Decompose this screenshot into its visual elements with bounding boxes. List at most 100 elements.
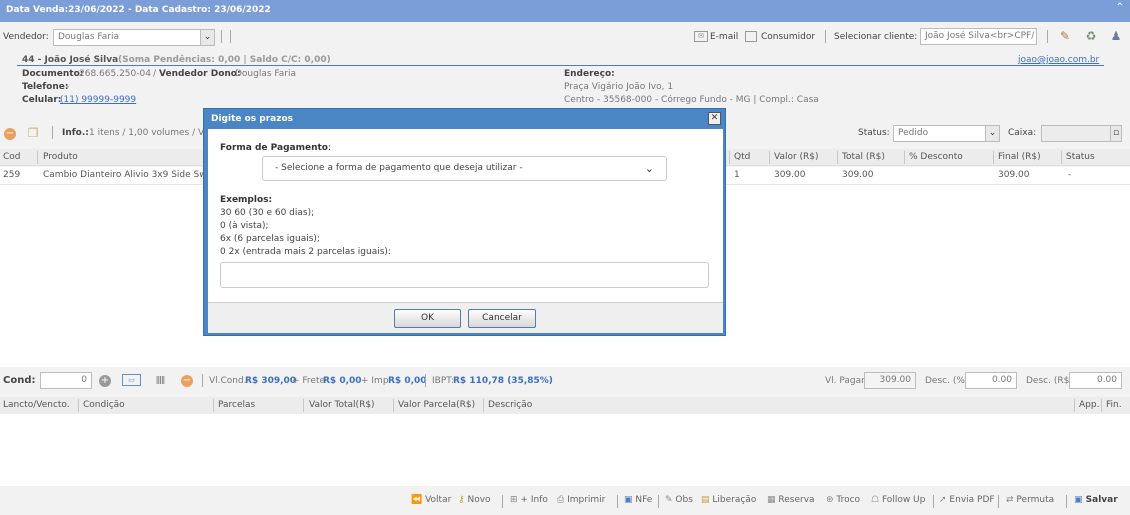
- col-divider: [993, 151, 994, 164]
- reserve-button[interactable]: ▦ Reserva: [767, 495, 815, 505]
- address-line1: Praça Vigário João Ivo, 1: [564, 82, 674, 92]
- ok-button[interactable]: OK: [394, 309, 461, 328]
- barcode-icon[interactable]: |||||: [151, 374, 169, 386]
- cell-cod: 259: [3, 170, 21, 180]
- divider: [502, 495, 503, 508]
- status-label: Status:: [858, 128, 890, 138]
- nfe-label: NFe: [635, 495, 653, 505]
- obs-label: Obs: [675, 495, 693, 505]
- vlcond-label: Vl.Cond.: [209, 376, 247, 386]
- desc-rs-value: 0.00: [1096, 375, 1117, 385]
- chevron-down-icon: ⌄: [200, 30, 214, 45]
- payment-method-select[interactable]: - Selecione a forma de pagamento que des…: [262, 156, 667, 181]
- col-app: App.: [1079, 400, 1100, 410]
- nfe-button[interactable]: ▣ NFe: [624, 495, 652, 505]
- col-divider: [303, 399, 304, 412]
- select-client-input[interactable]: João José Silva<br>CPF/: [920, 28, 1037, 45]
- collapse-icon[interactable]: ⌃: [1116, 2, 1124, 13]
- terms-input[interactable]: [220, 262, 709, 288]
- cashier-field[interactable]: ▫: [1041, 125, 1122, 142]
- frete-label: + Frete: [292, 376, 326, 386]
- consumer-button[interactable]: Consumidor: [761, 32, 815, 42]
- payments-grid-body: [0, 414, 1130, 486]
- stack-icon[interactable]: ❐: [25, 126, 41, 140]
- cashier-label: Caixa:: [1008, 128, 1037, 138]
- consumer-icon[interactable]: [745, 31, 757, 42]
- cond-input-value: 0: [81, 375, 87, 385]
- example-2: 0 (à vista);: [220, 221, 269, 231]
- seller-select[interactable]: Douglas Faria ⌄: [53, 29, 215, 46]
- info-label: Info.:: [62, 128, 89, 138]
- more-info-button[interactable]: ⊞ + Info: [510, 495, 548, 505]
- divider: [1047, 30, 1048, 43]
- new-button[interactable]: ⚷ Novo: [458, 495, 491, 505]
- status-select[interactable]: Pedido ⌄: [893, 125, 1000, 142]
- payments-grid-header: Lancto/Vencto. Condição Parcelas Valor T…: [0, 397, 1130, 414]
- cell-status: -: [1068, 170, 1072, 180]
- example-4: 0 2x (entrada mais 2 parcelas iguais):: [220, 247, 391, 257]
- release-button[interactable]: ▤ Liberação: [701, 495, 756, 505]
- chevron-down-icon: ⌄: [985, 126, 999, 141]
- divider: [230, 30, 231, 43]
- customer-summary: (Soma Pendências: 0,00 | Saldo C/C: 0,00…: [118, 55, 331, 65]
- cancel-button[interactable]: Cancelar: [468, 309, 536, 328]
- sale-header-bar: Data Venda:23/06/2022 - Data Cadastro: 2…: [0, 0, 1130, 22]
- select-client-value: João José Silva<br>CPF/: [925, 31, 1035, 41]
- dialog-button-bar: OK Cancelar: [208, 302, 723, 333]
- desc-pct-input[interactable]: 0.00: [965, 372, 1017, 389]
- coins-icon: ⊛: [826, 495, 834, 505]
- select-client-label: Selecionar cliente:: [834, 32, 918, 42]
- vlcond-value: R$ 309,00: [245, 376, 297, 386]
- client-edit-icon[interactable]: ✎: [1057, 29, 1073, 44]
- email-button[interactable]: E-mail: [710, 32, 738, 42]
- desc-pct-value: 0.00: [991, 375, 1012, 385]
- cond-label: Cond:: [3, 375, 36, 386]
- new-label: Novo: [467, 495, 491, 505]
- print-button[interactable]: ⎙ Imprimir: [557, 495, 605, 505]
- exchange-button[interactable]: ⇄ Permuta: [1006, 495, 1054, 505]
- remove-item-icon[interactable]: −: [4, 128, 16, 140]
- client-money-icon[interactable]: ♻: [1083, 29, 1099, 44]
- divider: [617, 495, 618, 508]
- exchange-icon: ⇄: [1006, 495, 1014, 505]
- close-icon[interactable]: ✕: [708, 112, 721, 125]
- change-label: Troco: [836, 495, 861, 505]
- col-divider: [37, 151, 38, 164]
- follow-up-button[interactable]: ☖ Follow Up: [871, 495, 925, 505]
- key-icon: ⚷: [458, 495, 465, 505]
- client-user-icon[interactable]: ♟: [1108, 29, 1124, 44]
- back-button[interactable]: ⏪ Voltar: [411, 495, 451, 505]
- pencil-icon: ✎: [665, 495, 673, 505]
- example-1: 30 60 (30 e 60 dias);: [220, 208, 315, 218]
- email-icon[interactable]: ✉: [694, 31, 708, 42]
- customer-email-link[interactable]: joao@joao.com.br: [1018, 55, 1099, 65]
- phone-value: -: [66, 82, 70, 92]
- desc-rs-input[interactable]: 0.00: [1069, 372, 1122, 389]
- col-cod: Cod: [3, 152, 21, 162]
- mobile-link[interactable]: (11) 99999-9999: [60, 95, 136, 105]
- obs-button[interactable]: ✎ Obs: [665, 495, 693, 505]
- vl-pagar-label: Vl. Pagar:: [825, 376, 868, 386]
- col-divider: [769, 151, 770, 164]
- save-button[interactable]: ▣ Salvar: [1074, 495, 1118, 505]
- add-condition-icon[interactable]: +: [99, 375, 111, 387]
- cell-final: 309.00: [998, 170, 1030, 180]
- remove-condition-icon[interactable]: −: [181, 375, 193, 387]
- mobile-label: Celular:: [22, 95, 62, 105]
- nfe-icon: ▣: [624, 495, 633, 505]
- frete-value: R$ 0,00: [323, 376, 362, 386]
- col-valor-parcela: Valor Parcela(R$): [398, 400, 476, 410]
- change-button[interactable]: ⊛ Troco: [826, 495, 860, 505]
- save-label: Salvar: [1085, 495, 1118, 505]
- col-divider: [729, 151, 730, 164]
- chevron-down-icon: ⌄: [644, 162, 654, 175]
- send-pdf-button[interactable]: ➚ Envia PDF: [939, 495, 995, 505]
- seller-select-value: Douglas Faria: [58, 32, 120, 42]
- cond-input[interactable]: 0: [40, 372, 92, 389]
- divider: [202, 374, 203, 387]
- col-parcelas: Parcelas: [218, 400, 256, 410]
- card-icon[interactable]: ▭: [122, 374, 141, 386]
- footer-toolbar: ⏪ Voltar ⚷ Novo ⊞ + Info ⎙ Imprimir ▣ NF…: [0, 489, 1130, 515]
- col-divider: [1074, 399, 1075, 412]
- col-divider: [78, 399, 79, 412]
